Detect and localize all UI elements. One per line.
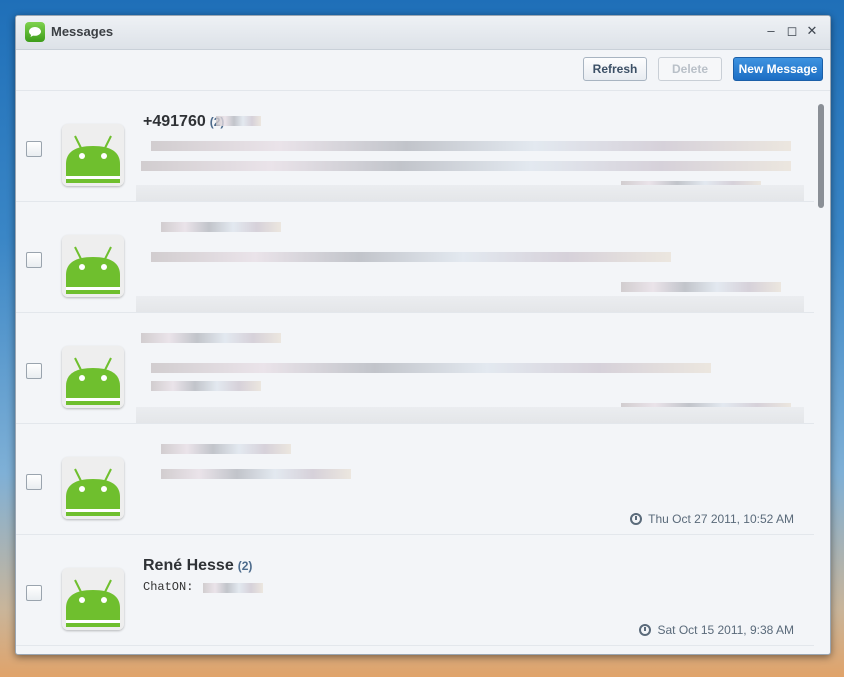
redacted-block [621,282,781,292]
vertical-scrollbar[interactable] [818,104,824,208]
android-avatar-icon [62,124,124,186]
redacted-block [141,161,791,171]
redacted-block [203,583,263,593]
messages-app-icon [25,22,45,42]
minimize-icon[interactable]: – [764,24,778,38]
message-preview: ChatON: [143,580,194,594]
android-avatar-icon [62,346,124,408]
window-title: Messages [51,24,114,39]
row-checkbox[interactable] [26,585,42,601]
message-list: +491760 (2) [16,91,814,654]
message-row[interactable] [16,313,814,424]
sender-text: +491760 [143,113,206,130]
row-divider [136,407,804,423]
clock-icon [630,513,643,525]
redacted-block [161,222,281,232]
message-row[interactable]: René Hesse (2) ChatON: Sat Oct 15 2011, 9… [16,535,814,646]
refresh-button[interactable]: Refresh [583,57,647,81]
android-avatar-icon [62,457,124,519]
timestamp-text: Thu Oct 27 2011, 10:52 AM [648,512,794,526]
row-checkbox[interactable] [26,252,42,268]
row-divider [136,296,804,312]
row-divider [136,185,804,201]
delete-button[interactable]: Delete [658,57,722,81]
redacted-block [151,141,791,151]
maximize-icon[interactable]: ◻ [785,24,799,38]
toolbar: Refresh Delete New Message [16,50,830,91]
timestamp: Thu Oct 27 2011, 10:52 AM [630,512,794,526]
redacted-block [151,252,671,262]
message-row[interactable] [16,202,814,313]
android-avatar-icon [62,568,124,630]
sender-name: +491760(2) [143,113,224,131]
android-avatar-icon [62,235,124,297]
clock-icon [639,624,652,636]
timestamp-text: Sat Oct 15 2011, 9:38 AM [657,623,794,637]
row-checkbox[interactable] [26,141,42,157]
row-checkbox[interactable] [26,363,42,379]
sender-name: René Hesse (2) [143,557,252,575]
row-checkbox[interactable] [26,474,42,490]
messages-window: Messages – ◻ ✕ Refresh Delete New Messag… [15,15,831,655]
message-row[interactable]: +491760(2) [16,91,814,202]
redacted-block [161,444,291,454]
redacted-block [151,363,711,373]
timestamp: Sat Oct 15 2011, 9:38 AM [639,623,794,637]
message-row[interactable]: Thu Oct 27 2011, 10:52 AM [16,424,814,535]
title-bar: Messages – ◻ ✕ [16,16,830,50]
redacted-block [141,333,281,343]
redacted-block [151,381,261,391]
message-count: (2) [237,559,253,573]
new-message-button[interactable]: New Message [733,57,823,81]
sender-text: René Hesse [143,557,234,574]
close-icon[interactable]: ✕ [805,24,819,38]
redacted-block [216,116,261,126]
redacted-block [161,469,351,479]
